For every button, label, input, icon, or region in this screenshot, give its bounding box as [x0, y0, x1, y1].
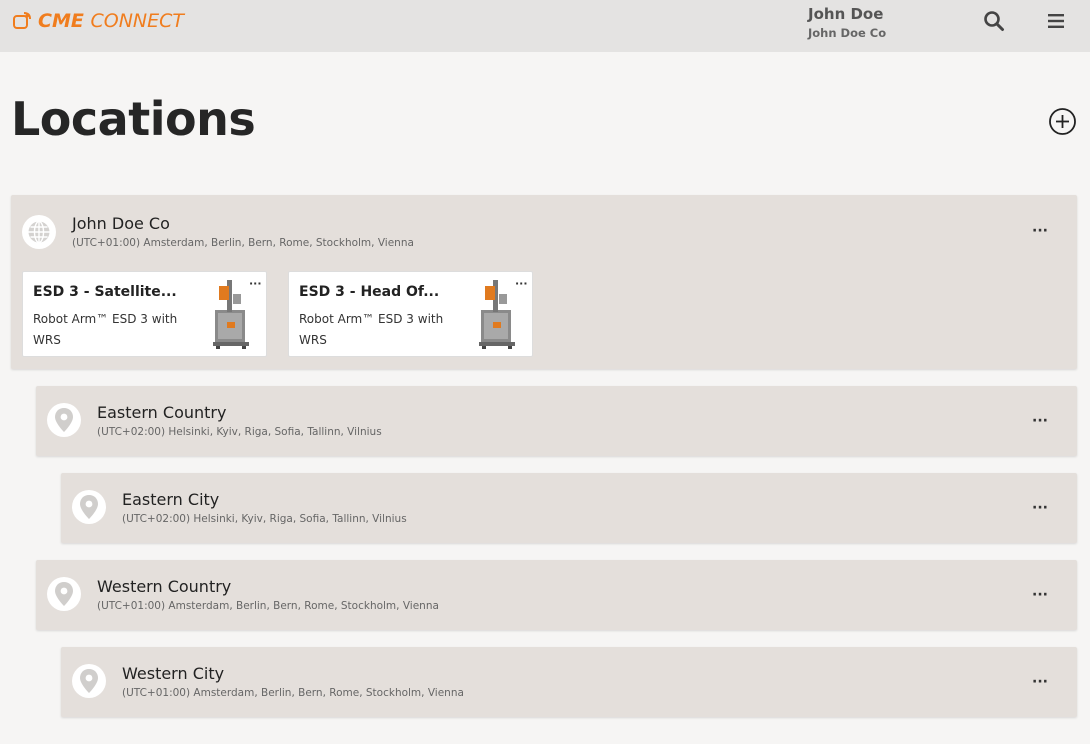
- more-dots-icon[interactable]: ···: [1032, 501, 1048, 515]
- app-logo[interactable]: CME CONNECT: [12, 10, 184, 32]
- device-card-title: ESD 3 - Head Of...: [299, 284, 440, 300]
- more-dots-icon[interactable]: ···: [1032, 414, 1048, 428]
- location-row-eastern-country[interactable]: Eastern Country (UTC+02:00) Helsinki, Ky…: [36, 386, 1077, 456]
- map-pin-icon: [47, 577, 81, 611]
- logo-text-bold: CME: [38, 10, 84, 32]
- location-timezone: (UTC+01:00) Amsterdam, Berlin, Bern, Rom…: [72, 237, 414, 249]
- top-bar: CME CONNECT John Doe John Doe Co: [0, 0, 1090, 52]
- robot-arm-image: [479, 280, 515, 349]
- more-dots-icon[interactable]: ···: [1032, 675, 1048, 689]
- location-row-western-city[interactable]: Western City (UTC+01:00) Amsterdam, Berl…: [61, 647, 1077, 717]
- logo-text: CME CONNECT: [38, 10, 184, 32]
- location-timezone: (UTC+02:00) Helsinki, Kyiv, Riga, Sofia,…: [122, 513, 407, 525]
- device-card[interactable]: ESD 3 - Satellite... Robot Arm™ ESD 3 wi…: [22, 271, 267, 357]
- more-dots-icon[interactable]: ···: [515, 278, 528, 289]
- more-dots-icon[interactable]: ···: [1032, 588, 1048, 602]
- user-menu[interactable]: John Doe John Doe Co: [808, 5, 886, 40]
- cme-logo-icon: [13, 12, 31, 29]
- location-row-eastern-city[interactable]: Eastern City (UTC+02:00) Helsinki, Kyiv,…: [61, 473, 1077, 543]
- location-row-root[interactable]: John Doe Co (UTC+01:00) Amsterdam, Berli…: [11, 195, 1077, 369]
- device-card-title: ESD 3 - Satellite...: [33, 284, 177, 300]
- map-pin-icon: [47, 403, 81, 437]
- device-card[interactable]: ESD 3 - Head Of... Robot Arm™ ESD 3 with…: [288, 271, 533, 357]
- globe-icon: [22, 215, 56, 249]
- plus-circle-icon[interactable]: [1048, 107, 1077, 136]
- more-dots-icon[interactable]: ···: [249, 278, 262, 289]
- map-pin-icon: [72, 664, 106, 698]
- map-pin-icon: [72, 490, 106, 524]
- location-name: Eastern Country: [97, 403, 227, 422]
- location-name: Eastern City: [122, 490, 220, 509]
- location-timezone: (UTC+01:00) Amsterdam, Berlin, Bern, Rom…: [97, 600, 439, 612]
- user-company: John Doe Co: [808, 26, 887, 40]
- location-name: Western City: [122, 664, 225, 683]
- location-name: Western Country: [97, 577, 232, 596]
- location-name: John Doe Co: [72, 214, 170, 233]
- logo-text-thin: CONNECT: [90, 10, 184, 32]
- more-dots-icon[interactable]: ···: [1032, 224, 1048, 238]
- device-card-model: Robot Arm™ ESD 3 with WRS: [33, 312, 178, 347]
- robot-arm-image: [213, 280, 249, 349]
- page-title: Locations: [11, 92, 256, 146]
- location-timezone: (UTC+01:00) Amsterdam, Berlin, Bern, Rom…: [122, 687, 464, 699]
- search-icon[interactable]: [983, 10, 1005, 32]
- user-name: John Doe: [808, 5, 884, 23]
- location-row-western-country[interactable]: Western Country (UTC+01:00) Amsterdam, B…: [36, 560, 1077, 630]
- hamburger-menu-icon[interactable]: [1046, 12, 1066, 30]
- location-timezone: (UTC+02:00) Helsinki, Kyiv, Riga, Sofia,…: [97, 426, 382, 438]
- device-card-model: Robot Arm™ ESD 3 with WRS: [299, 312, 444, 347]
